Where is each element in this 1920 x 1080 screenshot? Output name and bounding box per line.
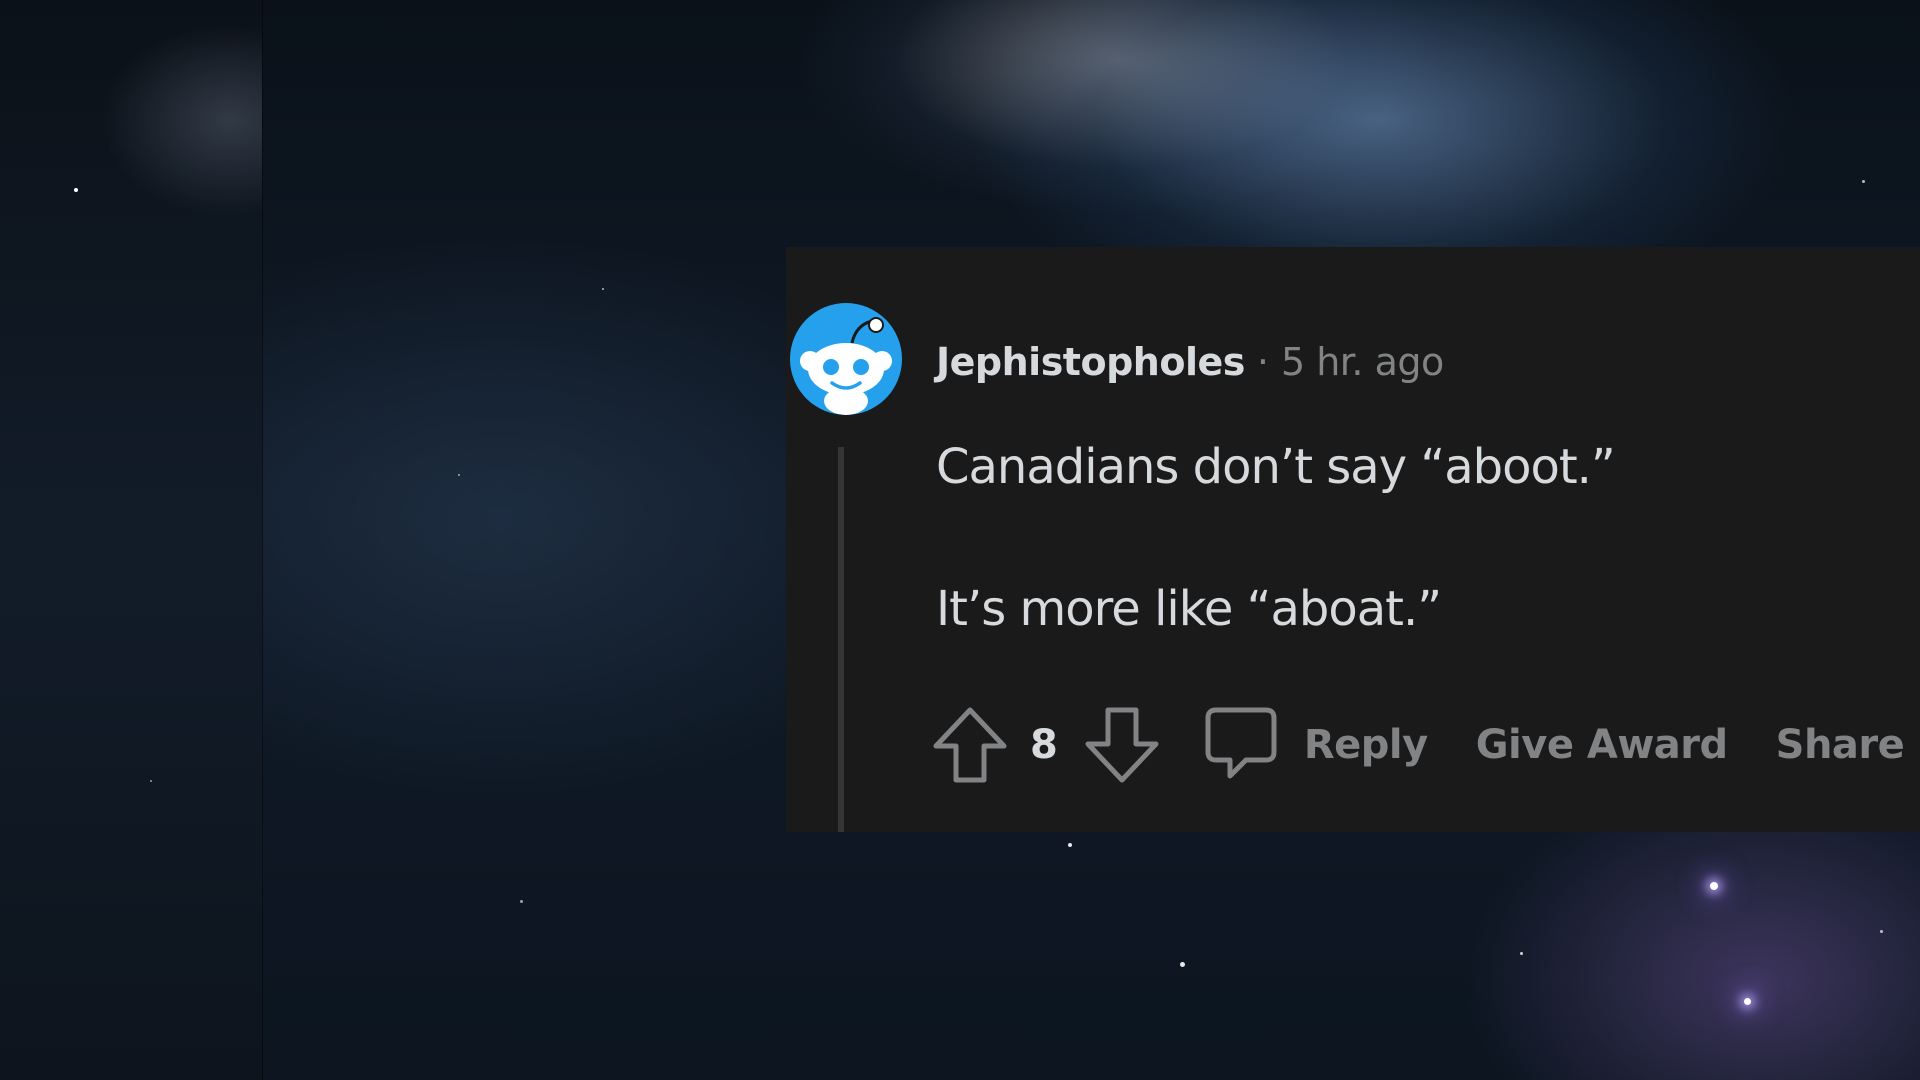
- star: [1710, 882, 1718, 890]
- vote-score: 8: [1030, 722, 1058, 768]
- share-button[interactable]: Share: [1776, 722, 1905, 768]
- reply-label: Reply: [1303, 722, 1428, 768]
- space-wallpaper-background: Jephistopholes · 5 hr. ago Canadians don…: [0, 0, 1920, 1080]
- meta-separator: ·: [1256, 340, 1269, 384]
- star: [150, 780, 152, 782]
- star: [520, 900, 523, 903]
- username-link[interactable]: Jephistopholes: [936, 340, 1245, 384]
- star: [74, 188, 78, 192]
- upvote-arrow-icon[interactable]: [930, 705, 1010, 785]
- thread-collapse-line[interactable]: [838, 447, 844, 832]
- star: [1068, 843, 1072, 847]
- star: [602, 288, 604, 290]
- star: [458, 474, 460, 476]
- star: [1180, 962, 1185, 967]
- reply-button[interactable]: Reply: [1202, 704, 1428, 786]
- star: [1744, 998, 1751, 1005]
- comment-body-line: It’s more like “aboat.”: [936, 581, 1442, 637]
- speech-bubble-icon: [1202, 704, 1280, 786]
- left-background-panel: [0, 0, 263, 1080]
- snoo-avatar-icon[interactable]: [790, 303, 902, 415]
- comment-body-line: Canadians don’t say “aboot.”: [936, 439, 1616, 495]
- comment-timestamp[interactable]: 5 hr. ago: [1281, 340, 1444, 384]
- comment-action-bar: 8 Reply Give Award Share: [930, 704, 1905, 786]
- star: [1862, 180, 1865, 183]
- comment-card: Jephistopholes · 5 hr. ago Canadians don…: [786, 247, 1920, 832]
- comment-meta: Jephistopholes · 5 hr. ago: [936, 339, 1444, 385]
- give-award-button[interactable]: Give Award: [1476, 722, 1728, 768]
- downvote-arrow-icon[interactable]: [1082, 705, 1162, 785]
- star: [1520, 952, 1523, 955]
- star: [1880, 930, 1883, 933]
